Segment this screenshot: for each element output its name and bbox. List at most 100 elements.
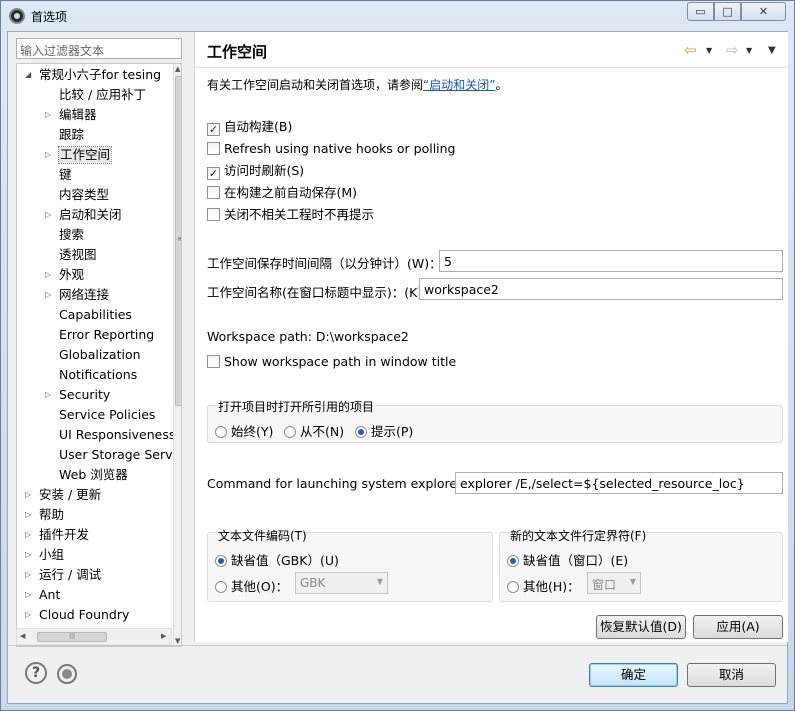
collapsed-twisty-icon[interactable]: ▷ — [25, 545, 35, 565]
radio-prompt[interactable]: 提示(P) — [355, 421, 413, 440]
collapsed-twisty-icon[interactable]: ▷ — [25, 565, 35, 585]
tree-item[interactable]: Notifications — [17, 365, 173, 385]
radio-button-selected[interactable] — [507, 555, 519, 567]
tree-item[interactable]: Globalization — [17, 345, 173, 365]
cancel-button[interactable]: 取消 — [687, 663, 776, 687]
collapsed-twisty-icon[interactable]: ▷ — [25, 585, 35, 605]
tree-item[interactable]: ▷ Cloud Foundry — [17, 605, 173, 625]
encoding-default-radio[interactable]: 缺省值（GBK）(U) — [215, 550, 339, 569]
tree-item[interactable]: ▷ 外观 — [17, 265, 173, 285]
tree-item[interactable]: ▷ Security — [17, 385, 173, 405]
tree-item[interactable]: ▷ 安装 / 更新 — [17, 485, 173, 505]
title-bar[interactable]: 首选项 ▭ □ ✕ — [1, 1, 794, 31]
checkbox-checked[interactable]: ✓ — [207, 167, 220, 180]
show-path-checkbox[interactable]: Show workspace path in window title — [207, 353, 456, 371]
checkbox-box[interactable] — [207, 142, 220, 155]
tree-item-label: 外观 — [59, 267, 85, 282]
radio-button-selected[interactable] — [215, 555, 227, 567]
workspace-option-checkbox[interactable]: Refresh using native hooks or polling — [207, 140, 456, 158]
delimiter-other-combo[interactable]: 窗口 ▼ — [587, 572, 641, 594]
tree-vertical-scrollbar[interactable]: ▲ ≡ ▼ — [173, 64, 181, 646]
apply-button[interactable]: 应用(A) — [693, 615, 783, 639]
tree-hscroll-thumb[interactable]: ||| — [37, 632, 107, 642]
minimize-button[interactable]: ▭ — [687, 2, 714, 21]
collapsed-twisty-icon[interactable]: ▷ — [45, 145, 55, 165]
explorer-command-field[interactable]: explorer /E,/select=${selected_resource_… — [455, 472, 783, 494]
tree-item[interactable]: ▷ 工作空间 — [17, 145, 173, 165]
tree-item[interactable]: 跟踪 — [17, 125, 173, 145]
tree-item[interactable]: 键 — [17, 165, 173, 185]
encoding-other-radio[interactable]: 其他(O)： — [215, 576, 288, 595]
tree-item[interactable]: ▷ 编辑器 — [17, 105, 173, 125]
tree-item[interactable]: ▷ 启动和关闭 — [17, 205, 173, 225]
radio-button[interactable] — [215, 426, 227, 438]
tree-item[interactable]: ◢ 常规小六子for tesing — [17, 65, 173, 85]
forward-arrow-icon[interactable]: ⇨ — [726, 41, 739, 59]
restore-defaults-button[interactable]: 恢复默认值(D) — [596, 615, 686, 639]
workspace-option-checkbox[interactable]: 关闭不相关工程时不再提示 — [207, 206, 374, 224]
scroll-down-icon[interactable]: ▼ — [175, 637, 180, 645]
checkbox-checked[interactable]: ✓ — [207, 123, 220, 136]
collapsed-twisty-icon[interactable]: ▷ — [25, 505, 35, 525]
forward-history-dropdown-icon[interactable]: ▼ — [746, 46, 752, 55]
collapsed-twisty-icon[interactable]: ▷ — [25, 605, 35, 625]
delimiter-default-radio[interactable]: 缺省值（窗口）(E) — [507, 550, 628, 569]
workspace-option-checkbox[interactable]: ✓ 自动构建(B) — [207, 118, 292, 136]
ok-button[interactable]: 确定 — [589, 663, 678, 687]
tree-item[interactable]: 透视图 — [17, 245, 173, 265]
tree-item[interactable]: Error Reporting — [17, 325, 173, 345]
checkbox-box[interactable] — [207, 208, 220, 221]
tree-item[interactable]: 搜索 — [17, 225, 173, 245]
radio-button[interactable] — [215, 581, 227, 593]
close-button[interactable]: ✕ — [741, 2, 786, 21]
help-icon[interactable]: ? — [25, 662, 47, 684]
radio-never[interactable]: 从不(N) — [284, 421, 344, 440]
tree-item[interactable]: ▷ 运行 / 调试 — [17, 565, 173, 585]
collapsed-twisty-icon[interactable]: ▷ — [45, 205, 55, 225]
tree-item[interactable]: ▷ Ant — [17, 585, 173, 605]
tree-item[interactable]: ▷ 小组 — [17, 545, 173, 565]
tree-item[interactable]: 比较 / 应用补丁 — [17, 85, 173, 105]
tree-item[interactable]: UI Responsiveness — [17, 425, 175, 445]
tree-item[interactable]: User Storage Service — [17, 445, 181, 465]
tree-item[interactable]: ▷ 帮助 — [17, 505, 173, 525]
scroll-left-icon[interactable]: ◀ — [20, 632, 25, 640]
collapsed-twisty-icon[interactable]: ▷ — [45, 385, 55, 405]
tree-item[interactable]: Service Policies — [17, 405, 173, 425]
back-history-dropdown-icon[interactable]: ▼ — [706, 46, 712, 55]
radio-button-selected[interactable] — [355, 426, 367, 438]
collapsed-twisty-icon[interactable]: ▷ — [45, 265, 55, 285]
startup-shutdown-link[interactable]: “启动和关闭” — [423, 78, 495, 92]
back-arrow-icon[interactable]: ⇦ — [684, 41, 697, 59]
tree-item[interactable]: Web 浏览器 — [17, 465, 173, 485]
collapsed-twisty-icon[interactable]: ▷ — [25, 525, 35, 545]
checkbox-box[interactable] — [207, 186, 220, 199]
radio-button[interactable] — [284, 426, 296, 438]
workspace-name-field[interactable]: workspace2 — [419, 278, 783, 300]
collapsed-twisty-icon[interactable]: ▷ — [25, 485, 35, 505]
workspace-option-checkbox[interactable]: 在构建之前自动保存(M) — [207, 184, 357, 202]
collapsed-twisty-icon[interactable]: ▷ — [45, 105, 55, 125]
scroll-up-icon[interactable]: ▲ — [175, 65, 180, 73]
maximize-button[interactable]: □ — [714, 2, 741, 21]
tree-item[interactable]: ▷ 插件开发 — [17, 525, 173, 545]
expanded-twisty-icon[interactable]: ◢ — [25, 65, 35, 85]
tree-item[interactable]: 内容类型 — [17, 185, 173, 205]
radio-button[interactable] — [507, 581, 519, 593]
line-delimiter-group-title: 新的文本文件行定界符(F) — [510, 529, 647, 543]
tree-horizontal-scrollbar[interactable]: ◀ ||| ▶ — [16, 628, 172, 645]
tree-item[interactable]: ▷ 网络连接 — [17, 285, 173, 305]
radio-always[interactable]: 始终(Y) — [215, 421, 273, 440]
checkbox-box[interactable] — [207, 355, 220, 368]
delimiter-other-radio[interactable]: 其他(H)： — [507, 576, 580, 595]
filter-input[interactable]: 输入过滤器文本 — [16, 38, 182, 59]
workspace-option-checkbox[interactable]: ✓ 访问时刷新(S) — [207, 162, 304, 180]
scroll-right-icon[interactable]: ▶ — [161, 632, 166, 640]
view-menu-icon[interactable]: ▼ — [768, 45, 776, 56]
collapsed-twisty-icon[interactable]: ▷ — [45, 285, 55, 305]
encoding-other-combo[interactable]: GBK ▼ — [295, 572, 388, 594]
tree-scroll-thumb[interactable]: ≡ — [175, 76, 181, 406]
tree-item[interactable]: Capabilities — [17, 305, 173, 325]
save-interval-field[interactable]: 5 — [439, 250, 783, 272]
import-export-icon[interactable] — [57, 664, 77, 684]
